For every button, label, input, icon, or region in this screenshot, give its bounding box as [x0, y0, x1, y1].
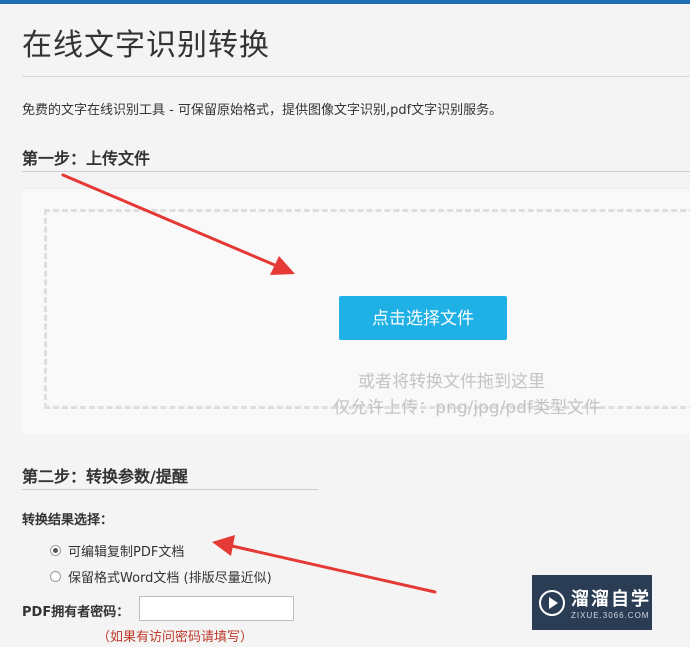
watermark-domain: ZIXUE.3066.COM: [571, 611, 650, 620]
arrow-to-option-head: [212, 535, 235, 556]
option-word-doc[interactable]: 保留格式Word文档 (排版尽量近似): [50, 567, 272, 586]
option-editable-pdf-label: 可编辑复制PDF文档: [68, 545, 185, 560]
pdf-password-label: PDF拥有者密码：: [22, 605, 130, 620]
file-dropzone[interactable]: 点击选择文件 或者将转换文件拖到这里 仅允许上传：png/jpg/pdf类型文件: [44, 209, 690, 418]
top-accent-bar: [0, 0, 690, 4]
play-icon: [539, 589, 565, 616]
option-word-doc-label: 保留格式Word文档 (排版尽量近似): [68, 571, 272, 586]
step1-heading: 第一步：上传文件: [22, 149, 151, 168]
pdf-password-input[interactable]: [139, 596, 294, 621]
radio-selected-icon[interactable]: [50, 545, 61, 556]
result-type-label: 转换结果选择：: [22, 513, 114, 528]
radio-unselected-icon[interactable]: [50, 571, 61, 582]
drop-hint: 或者将转换文件拖到这里: [358, 372, 545, 392]
step2-heading: 第二步：转换参数/提醒: [22, 467, 188, 486]
allowed-types-hint: 仅允许上传：png/jpg/pdf类型文件: [333, 398, 601, 418]
page-description: 免费的文字在线识别工具 - 可保留原始格式，提供图像文字识别,pdf文字识别服务…: [22, 103, 503, 118]
watermark-name: 溜溜自学: [571, 589, 651, 610]
pdf-password-note: （如果有访问密码请填写）: [97, 630, 254, 645]
site-watermark: 溜溜自学 ZIXUE.3066.COM: [532, 575, 652, 630]
step2-divider: [22, 489, 318, 490]
page-title: 在线文字识别转换: [22, 28, 270, 63]
step1-divider: [22, 171, 690, 172]
title-divider: [22, 76, 690, 77]
upload-panel: 点击选择文件 或者将转换文件拖到这里 仅允许上传：png/jpg/pdf类型文件: [22, 188, 690, 435]
choose-file-button[interactable]: 点击选择文件: [339, 296, 507, 340]
option-editable-pdf[interactable]: 可编辑复制PDF文档: [50, 541, 184, 560]
